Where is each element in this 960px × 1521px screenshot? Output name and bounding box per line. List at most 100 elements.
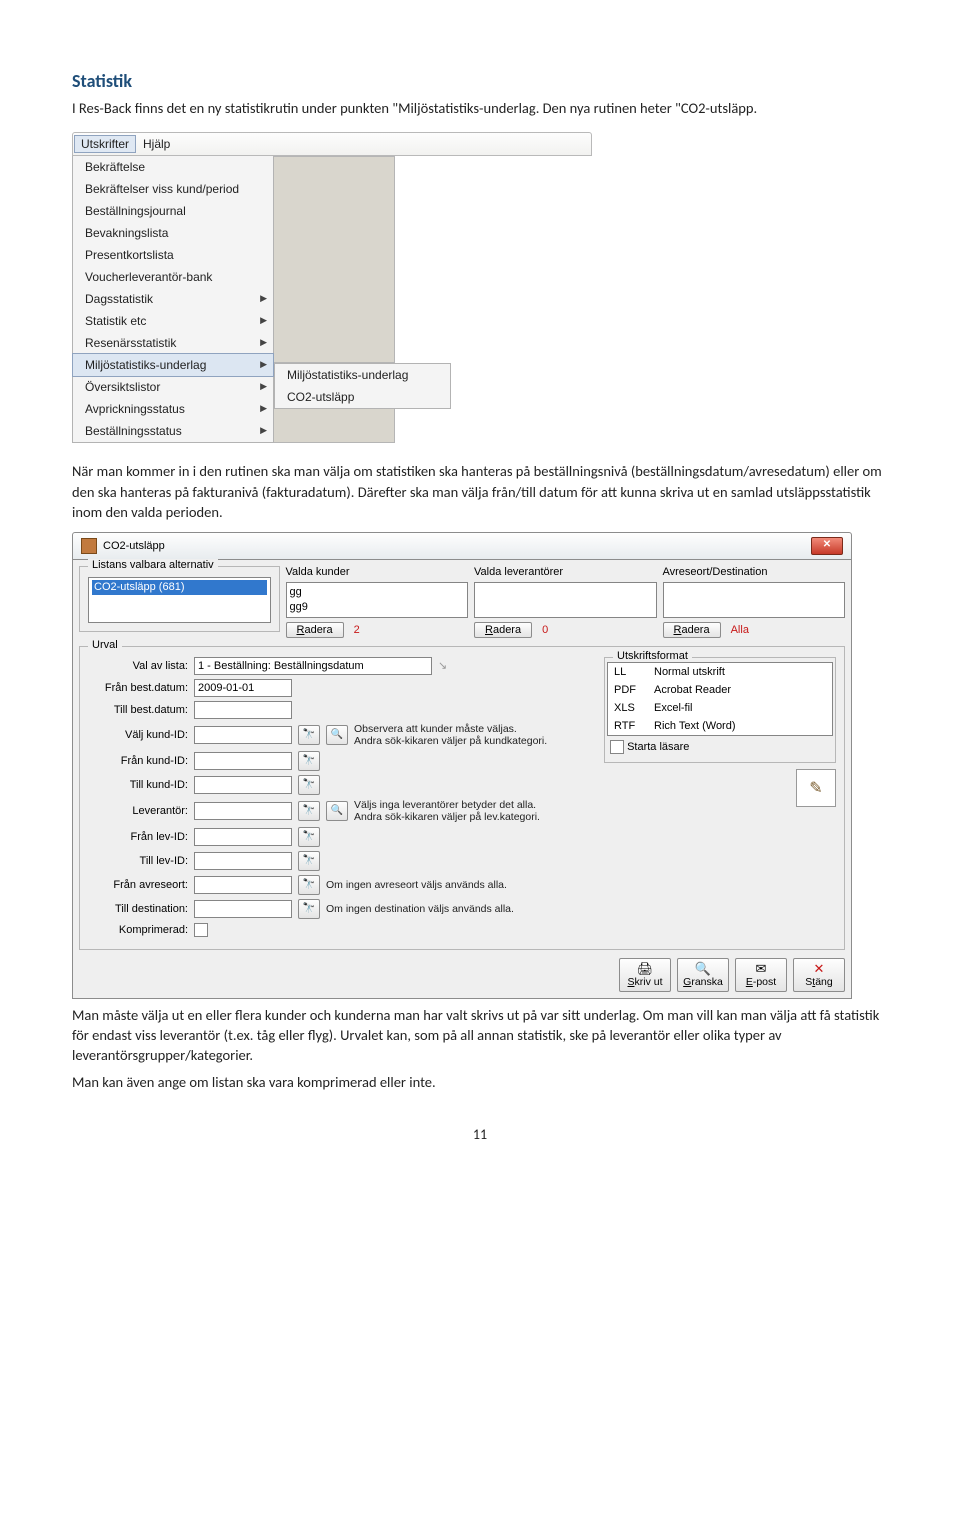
menu-item[interactable]: Bekräftelser viss kund/period (73, 178, 273, 200)
stang-button[interactable]: ✕Stäng (793, 958, 845, 992)
paragraph-2: När man kommer in i den rutinen ska man … (72, 461, 888, 522)
dialog-title: CO2-utsläpp (103, 540, 165, 552)
label-val-av-lista: Val av lista: (88, 660, 188, 672)
label-fran-best: Från best.datum: (88, 682, 188, 694)
kunder-list[interactable]: gg gg9 (286, 582, 469, 618)
binoculars-icon[interactable]: 🔭 (298, 827, 320, 847)
label-valj-kund: Välj kund-ID: (88, 729, 188, 741)
label-fran-kund: Från kund-ID: (88, 755, 188, 767)
submenu: Miljöstatistiks-underlag CO2-utsläpp (274, 363, 451, 409)
menu-tab-hjalp[interactable]: Hjälp (143, 137, 170, 151)
close-button[interactable]: ✕ (811, 537, 843, 555)
granska-button[interactable]: 🔍Granska (677, 958, 729, 992)
binoculars-icon[interactable]: 🔭 (298, 751, 320, 771)
menu-item[interactable]: Avprickningsstatus▶ (73, 398, 273, 420)
binoculars-icon[interactable]: 🔭 (298, 899, 320, 919)
heading-statistik: Statistik (72, 70, 888, 92)
group-utskriftsformat: Utskriftsformat (613, 650, 692, 662)
submenu-item[interactable]: CO2-utsläpp (275, 386, 450, 408)
menu-item[interactable]: Översiktslistor▶ (73, 376, 273, 398)
paragraph-4: Man kan även ange om listan ska vara kom… (72, 1072, 888, 1092)
menu-item[interactable]: Bevakningslista (73, 222, 273, 244)
till-lev-input[interactable] (194, 852, 292, 870)
menu-tab-utskrifter[interactable]: Utskrifter (74, 135, 136, 153)
format-row[interactable]: RTFRich Text (Word) (608, 717, 832, 735)
menu-item-selected[interactable]: Miljöstatistiks-underlag▶ (72, 353, 274, 377)
search-icon[interactable]: 🔍 (326, 725, 348, 745)
submenu-arrow-icon: ▶ (260, 425, 267, 436)
till-dest-input[interactable] (194, 900, 292, 918)
submenu-arrow-icon: ▶ (260, 403, 267, 414)
binoculars-icon[interactable]: 🔭 (298, 775, 320, 795)
valj-kund-input[interactable] (194, 726, 292, 744)
dropdown-main: Bekräftelse Bekräftelser viss kund/perio… (72, 156, 274, 443)
menu-item[interactable]: Presentkortslista (73, 244, 273, 266)
lev-input[interactable] (194, 802, 292, 820)
label-till-best: Till best.datum: (88, 704, 188, 716)
intro-paragraph: I Res-Back finns det en ny statistikruti… (72, 98, 888, 118)
radera-dest-button[interactable]: Radera (663, 622, 721, 638)
skriv-ut-button[interactable]: 🖨Skriv ut (619, 958, 671, 992)
radera-lev-button[interactable]: Radera (474, 622, 532, 638)
menu-item[interactable]: Bekräftelse (73, 156, 273, 178)
menu-item[interactable]: Beställningsjournal (73, 200, 273, 222)
format-row[interactable]: LLNormal utskrift (608, 663, 832, 681)
count-kunder: 2 (354, 624, 360, 636)
format-row[interactable]: XLSExcel-fil (608, 699, 832, 717)
starta-lasare-checkbox[interactable] (610, 740, 624, 754)
submenu-arrow-icon: ▶ (260, 293, 267, 304)
fran-kund-input[interactable] (194, 752, 292, 770)
submenu-arrow-icon: ▶ (260, 337, 267, 348)
fran-avrese-input[interactable] (194, 876, 292, 894)
label-avrese: Avreseort/Destination (663, 566, 846, 578)
label-komprimerad: Komprimerad: (88, 924, 188, 936)
till-kund-input[interactable] (194, 776, 292, 794)
note-dest: Om ingen destination väljs används alla. (326, 903, 514, 915)
komprimerad-checkbox[interactable] (194, 923, 208, 937)
menu-item[interactable]: Resenärsstatistik▶ (73, 332, 273, 354)
submenu-item[interactable]: Miljöstatistiks-underlag (275, 364, 450, 386)
label-fran-lev: Från lev-ID: (88, 831, 188, 843)
label-till-kund: Till kund-ID: (88, 779, 188, 791)
label-fran-avrese: Från avreseort: (88, 879, 188, 891)
format-row[interactable]: PDFAcrobat Reader (608, 681, 832, 699)
menu-item[interactable]: Beställningsstatus▶ (73, 420, 273, 442)
page-number: 11 (72, 1126, 888, 1143)
fran-lev-input[interactable] (194, 828, 292, 846)
note-kund: Observera att kunder måste väljas. Andra… (354, 723, 547, 747)
group-urval: Urval (88, 639, 122, 651)
dest-list[interactable] (663, 582, 846, 618)
binoculars-icon[interactable]: 🔭 (298, 851, 320, 871)
submenu-arrow-icon: ▶ (260, 381, 267, 392)
document-icon: ✎ (796, 769, 836, 807)
fran-best-input[interactable] (194, 679, 292, 697)
binoculars-icon[interactable]: 🔭 (298, 875, 320, 895)
menu-screenshot: Utskrifter Hjälp Bekräftelse Bekräftelse… (72, 132, 592, 443)
label-lev: Leverantör: (88, 805, 188, 817)
val-av-lista-input[interactable] (194, 657, 432, 675)
lev-list[interactable] (474, 582, 657, 618)
group-listans: Listans valbara alternativ (88, 559, 218, 571)
menu-item[interactable]: Voucherleverantör-bank (73, 266, 273, 288)
app-icon (81, 538, 97, 554)
search-icon[interactable]: 🔍 (326, 801, 348, 821)
alternatives-list[interactable]: CO2-utsläpp (681) (88, 577, 271, 623)
epost-button[interactable]: ✉E-post (735, 958, 787, 992)
paragraph-3: Man måste välja ut en eller flera kunder… (72, 1005, 888, 1066)
count-lev: 0 (542, 624, 548, 636)
submenu-arrow-icon: ▶ (260, 359, 267, 370)
menu-item[interactable]: Dagsstatistik▶ (73, 288, 273, 310)
note-avrese: Om ingen avreseort väljs används alla. (326, 879, 507, 891)
binoculars-icon[interactable]: 🔭 (298, 725, 320, 745)
radera-kunder-button[interactable]: Radera (286, 622, 344, 638)
label-valda-lev: Valda leverantörer (474, 566, 657, 578)
starta-lasare-label: Starta läsare (627, 741, 689, 753)
dialog-screenshot: CO2-utsläpp ✕ Listans valbara alternativ… (72, 532, 852, 999)
label-till-dest: Till destination: (88, 903, 188, 915)
submenu-arrow-icon: ▶ (260, 315, 267, 326)
binoculars-icon[interactable]: 🔭 (298, 801, 320, 821)
menu-item[interactable]: Statistik etc▶ (73, 310, 273, 332)
alla-label: Alla (731, 624, 749, 636)
label-till-lev: Till lev-ID: (88, 855, 188, 867)
till-best-input[interactable] (194, 701, 292, 719)
